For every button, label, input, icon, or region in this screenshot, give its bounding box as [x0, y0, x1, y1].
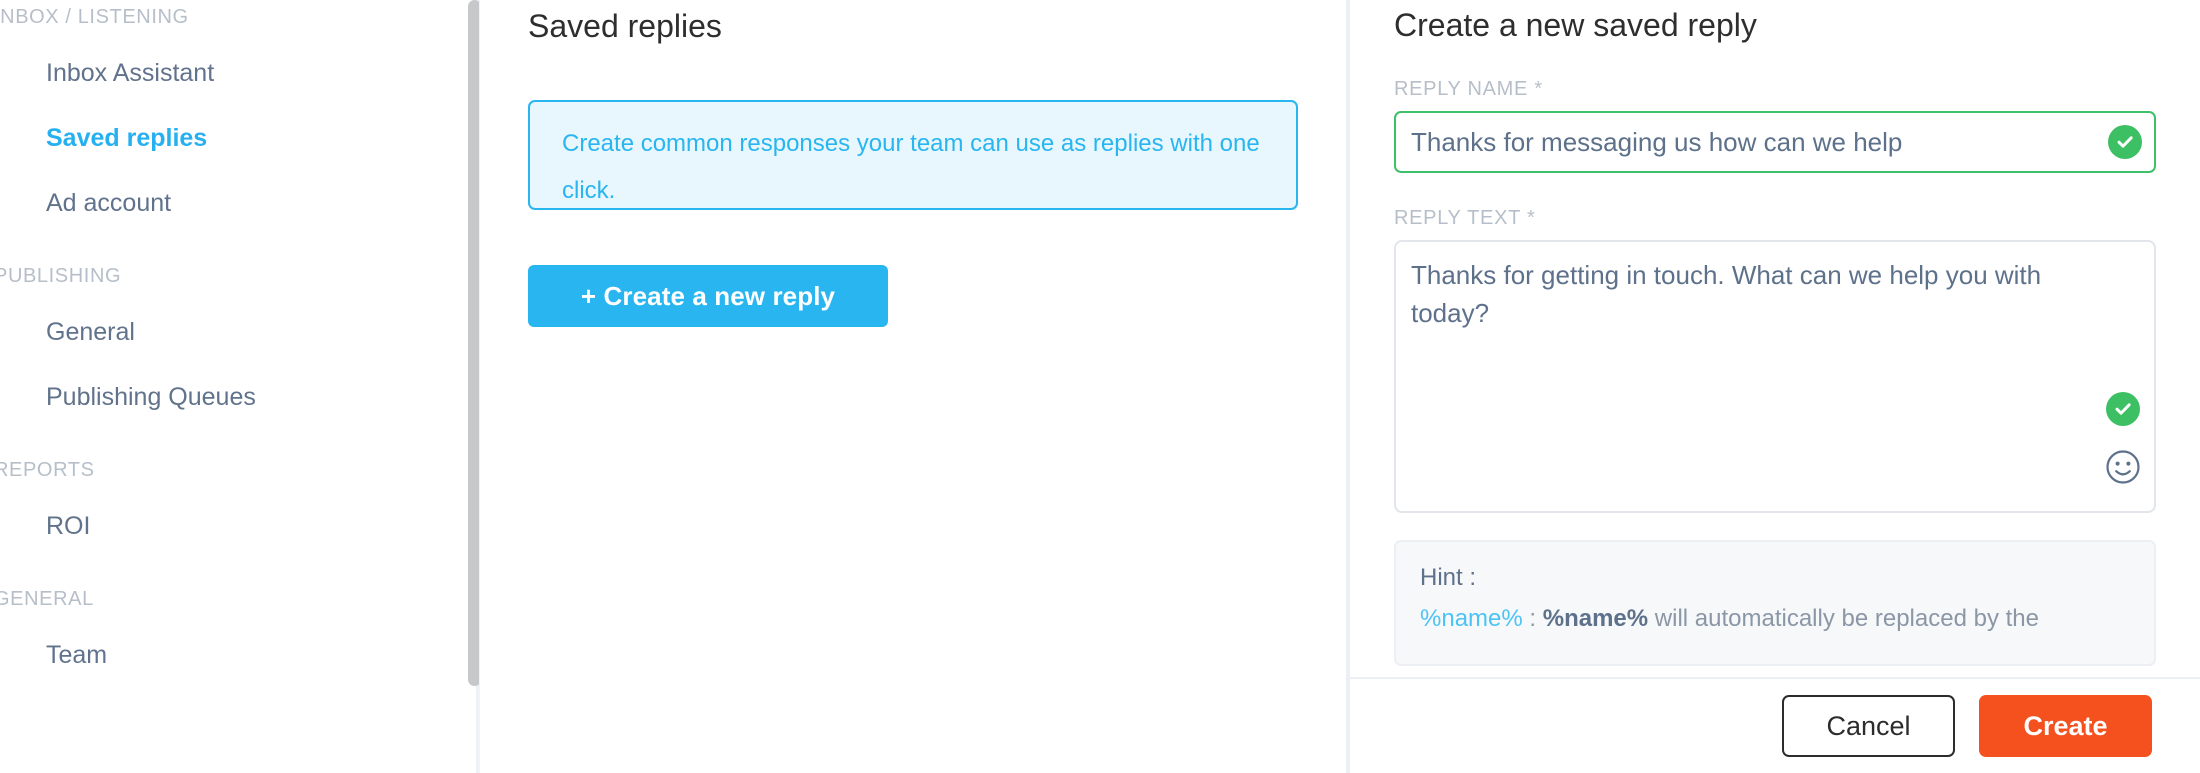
- panel-scroll-area: Create a new saved reply REPLY NAME * RE…: [1350, 0, 2200, 677]
- create-new-reply-button[interactable]: + Create a new reply: [528, 265, 888, 327]
- panel-footer: Cancel Create: [1350, 677, 2200, 773]
- hint-separator: :: [1523, 605, 1543, 632]
- create-button[interactable]: Create: [1979, 695, 2152, 757]
- saved-replies-main: Saved replies Create common responses yo…: [480, 0, 1348, 773]
- sidebar: INBOX / LISTENING Inbox Assistant Saved …: [0, 0, 480, 773]
- reply-name-input[interactable]: [1394, 111, 2156, 173]
- reply-name-label: REPLY NAME *: [1394, 78, 2156, 101]
- sidebar-item-publishing-queues[interactable]: Publishing Queues: [0, 385, 480, 410]
- create-saved-reply-panel: Create a new saved reply REPLY NAME * RE…: [1348, 0, 2200, 773]
- nav-group-inbox-listening: INBOX / LISTENING Inbox Assistant Saved …: [0, 7, 480, 216]
- sidebar-item-label: General: [46, 318, 135, 346]
- panel-title: Create a new saved reply: [1394, 6, 2156, 44]
- sidebar-item-label: Team: [46, 641, 107, 669]
- hint-title: Hint :: [1420, 558, 2130, 598]
- sidebar-item-ad-account[interactable]: Ad account: [0, 191, 480, 216]
- sidebar-item-label: Saved replies: [46, 124, 207, 152]
- info-callout-text: Create common responses your team can us…: [562, 120, 1266, 214]
- sidebar-item-label: Ad account: [46, 189, 171, 217]
- hint-box: Hint : %name% : %name% will automaticall…: [1394, 540, 2156, 666]
- sidebar-item-team[interactable]: Team: [0, 643, 480, 668]
- page-title: Saved replies: [528, 7, 722, 45]
- hint-token-name: %name%: [1420, 605, 1523, 632]
- nav-group-publishing: PUBLISHING General Publishing Queues: [0, 266, 480, 410]
- sidebar-item-label: ROI: [46, 512, 90, 540]
- hint-token-name-bold: %name%: [1543, 605, 1648, 632]
- reply-text-field-wrap: [1394, 240, 2156, 518]
- sidebar-item-label: Inbox Assistant: [46, 59, 214, 87]
- nav-group-label-publishing: PUBLISHING: [0, 266, 480, 286]
- hint-line: %name% : %name% will automatically be re…: [1420, 598, 2130, 640]
- sidebar-nav-list: INBOX / LISTENING Inbox Assistant Saved …: [0, 7, 480, 668]
- sidebar-item-label: Publishing Queues: [46, 383, 256, 411]
- cancel-button[interactable]: Cancel: [1782, 695, 1955, 757]
- info-callout: Create common responses your team can us…: [528, 100, 1298, 210]
- sidebar-item-roi[interactable]: ROI: [0, 514, 480, 539]
- nav-group-label-general: GENERAL: [0, 589, 480, 609]
- sidebar-item-general-publishing[interactable]: General: [0, 320, 480, 345]
- sidebar-item-saved-replies[interactable]: Saved replies: [0, 126, 480, 151]
- reply-text-label: REPLY TEXT *: [1394, 207, 2156, 230]
- nav-group-general: GENERAL Team: [0, 589, 480, 668]
- reply-name-field-wrap: [1394, 111, 2156, 173]
- app-root: INBOX / LISTENING Inbox Assistant Saved …: [0, 0, 2200, 773]
- smiley-face-icon[interactable]: [2102, 446, 2144, 488]
- nav-group-reports: REPORTS ROI: [0, 460, 480, 539]
- nav-group-label-inbox-listening: INBOX / LISTENING: [0, 7, 480, 27]
- hint-description: will automatically be replaced by the: [1648, 605, 2039, 632]
- sidebar-item-inbox-assistant[interactable]: Inbox Assistant: [0, 61, 480, 86]
- reply-text-textarea[interactable]: [1394, 240, 2156, 513]
- nav-group-label-reports: REPORTS: [0, 460, 480, 480]
